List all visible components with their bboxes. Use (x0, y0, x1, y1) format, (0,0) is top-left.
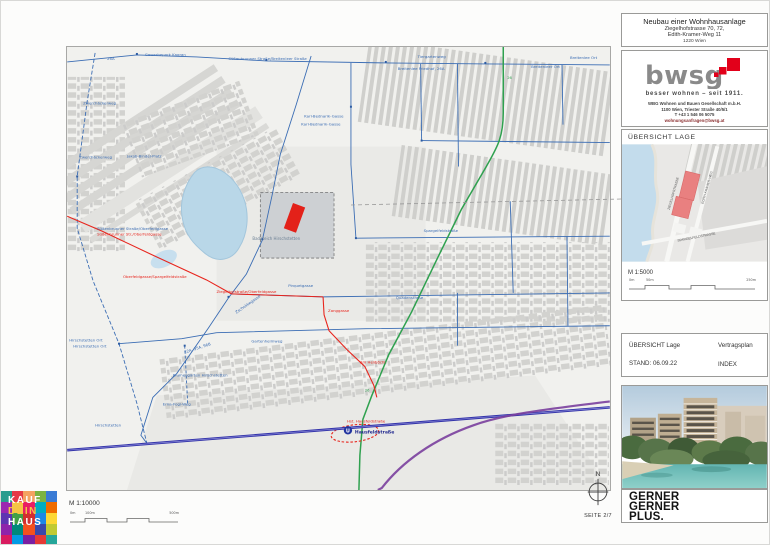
kdh-color-tile (46, 524, 57, 535)
map-label: Zwerchäckerweg (79, 154, 112, 159)
plan-type: ÜBERSICHT Lage (629, 342, 680, 349)
kdh-color-tile (46, 513, 57, 524)
bwsg-wordmark: bwsg (645, 61, 724, 89)
project-city: 1220 Wien (622, 39, 767, 44)
architect-logo: GERNER GERNER PLUS. (621, 489, 768, 523)
map-label: Süßenbrunner Str./Oberfeldgasse (97, 232, 162, 237)
scale-tick: 500m (169, 511, 179, 515)
map-label: Pirquetgasse (288, 283, 314, 288)
map-label: Spargelfeldstraße (424, 228, 459, 233)
map-label: Badeteich Hirschstetten (252, 236, 300, 241)
north-label: N (578, 471, 618, 478)
kaufdeinhaus-logo: KAUF DEIN HAUS (1, 491, 57, 545)
map-label: Zwerchäckerweg (83, 101, 116, 106)
project-title: Neubau einer Wohnhausanlage (622, 17, 767, 26)
map-label: Jakob-Bindel-Platz (126, 154, 162, 159)
main-map: U Gewerbepark Kagran 26A Süßenbrunner St… (66, 46, 611, 491)
map-label: Breitenlee Friedhof, 26A (398, 66, 445, 71)
architect-line: PLUS. (629, 513, 767, 523)
overview-scale-bar: 0m 50m 250m (628, 277, 768, 293)
map-label: Tiergartenweg (417, 54, 447, 59)
kdh-color-tile (12, 535, 23, 545)
kdh-word: KAUF (8, 495, 42, 506)
map-label: Blumengärten Hirschstetten (173, 373, 228, 378)
address-email: wohnungsanfragen@bwsg.at (648, 118, 741, 124)
plan-info-table: ÜBERSICHT Lage Vertragsplan STAND: 06.09… (621, 333, 768, 377)
overview-map: ZIEGELHOFSTRASSE EDITH-KRAMER-WEG SPARGE… (622, 144, 767, 262)
overview-scale-label: M 1:5000 (622, 267, 767, 277)
plan-sheet: U Gewerbepark Kagran 26A Süßenbrunner St… (0, 0, 770, 545)
north-arrow: N SEITE 2/7 (578, 471, 618, 519)
map-label: Am Heidjöchl (360, 360, 386, 365)
map-label: Hirschstetten Ort (69, 338, 103, 343)
kdh-color-tile (46, 491, 57, 502)
scale-tick: 250m (746, 278, 756, 282)
map-label: 26A (107, 56, 115, 61)
map-label: Hirschstetten (95, 422, 122, 427)
map-label: Süßenbrunner Straße/Oberfeldgasse (97, 226, 169, 231)
scale-tick: 100m (85, 511, 95, 515)
map-label: Quadenstraße (396, 295, 424, 300)
contract-type: Vertragsplan (718, 342, 753, 349)
plan-index: INDEX (718, 361, 737, 368)
bwsg-logo-block: bwsg besser wohnen – seit 1911. WBG Wohn… (621, 50, 768, 127)
main-map-scale: M 1:10000 0m 100m 500m (69, 500, 181, 531)
kaufdeinhaus-text: KAUF DEIN HAUS (8, 495, 42, 528)
overview-lage-panel: ÜBERSICHT LAGE ZIEGELHOFSTRASSE EDITH-KR… (621, 129, 768, 301)
map-label: Karl-Bednarik-Gasse (304, 114, 344, 119)
kdh-color-tile (46, 502, 57, 513)
ubahn-u-glyph: U (346, 429, 350, 435)
map-label: Süßenbrunner Straße/Breitenleer Straße (228, 56, 307, 61)
bwsg-tagline: besser wohnen – seit 1911. (646, 91, 744, 97)
map-label: Hst. Hausfeldstraße (347, 418, 386, 423)
map-label: Zanggasse (328, 308, 350, 313)
map-label: Gewerbepark Kagran (145, 52, 187, 57)
scale-tick: 0m (70, 511, 76, 515)
kdh-color-tile (46, 535, 57, 545)
project-rendering (621, 385, 768, 489)
map-label: Gartenheimweg (251, 339, 283, 344)
map-label: Hausfeldstraße (355, 429, 394, 435)
map-label: 26 (365, 388, 370, 392)
plan-date: STAND: 06.09.22 (629, 360, 677, 367)
kdh-word: DEIN (8, 506, 42, 517)
kdh-word: HAUS (8, 517, 42, 528)
kdh-color-tile (1, 535, 12, 545)
rendering-image (622, 386, 767, 488)
map-label: Breitenleer Ort (531, 64, 560, 69)
map-label: Ziegelhofstraße/Oberfeldgasse (217, 289, 278, 294)
project-address-2: Edith-Kramer-Weg 11 (622, 32, 767, 38)
map-label: Breitenlee Ort (570, 55, 598, 60)
overview-header: ÜBERSICHT LAGE (622, 130, 767, 144)
scale-tick: 0m (629, 278, 635, 282)
title-block: Neubau einer Wohnhausanlage Ziegelhofstr… (621, 13, 768, 47)
kdh-color-tile (35, 535, 46, 545)
map-label: Erna-Fogl-Weg (163, 401, 191, 406)
map-label: Hirschstetten Ort (73, 344, 107, 349)
kdh-color-tile (23, 535, 34, 545)
bwsg-address: WBG Wohnen und Bauen Gesellschaft m.b.H.… (648, 101, 741, 123)
city-map: U Gewerbepark Kagran 26A Süßenbrunner St… (67, 47, 610, 490)
scale-tick: 50m (646, 278, 654, 282)
address-line: WBG Wohnen und Bauen Gesellschaft m.b.H. (648, 101, 741, 107)
map-label: Oberfeldgasse/Spargelfeldstraße (123, 274, 187, 279)
map-label: Karl-Bednarik-Gasse (301, 122, 341, 127)
scale-label: M 1:10000 (69, 500, 181, 507)
bwsg-logo: bwsg (639, 58, 751, 89)
compass-icon (584, 478, 612, 506)
scale-bar: 0m 100m 500m (69, 510, 181, 526)
map-label: 26 (507, 76, 512, 80)
page-number: SEITE 2/7 (578, 513, 618, 519)
